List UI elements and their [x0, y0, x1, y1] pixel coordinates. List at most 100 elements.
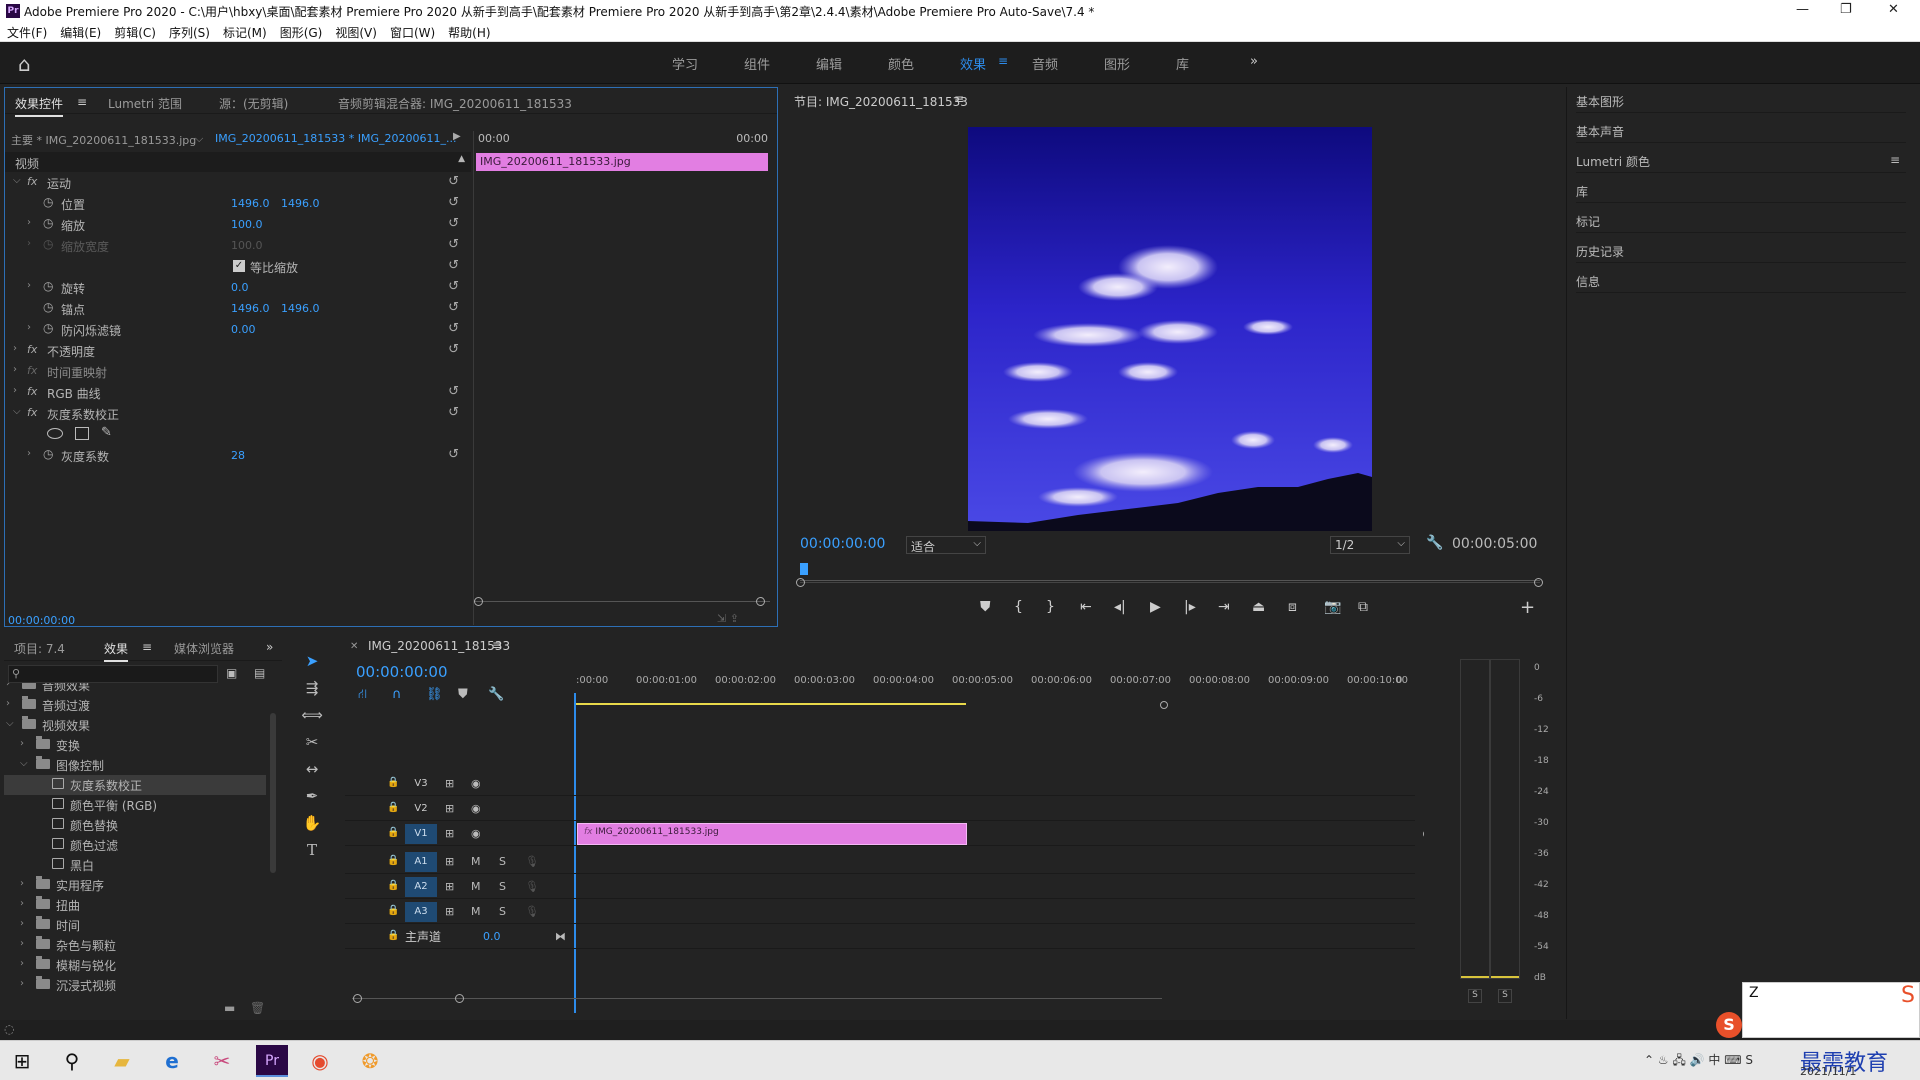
restore-icon[interactable]: ❐ — [1840, 2, 1852, 17]
twirl-closed-icon[interactable]: › — [20, 958, 24, 969]
mini-timeline-clip[interactable]: IMG_20200611_181533.jpg — [476, 153, 768, 171]
close-icon[interactable]: ✕ — [1888, 2, 1899, 17]
sequence-clip-label[interactable]: IMG_20200611_181533 * IMG_20200611_... — [215, 132, 456, 145]
timeline-ruler[interactable]: :00:00 00:00:01:00 00:00:02:00 00:00:03:… — [576, 675, 1408, 705]
program-video-frame[interactable] — [968, 127, 1372, 531]
stopwatch-icon[interactable]: ◷ — [43, 195, 53, 209]
more-workspaces-icon[interactable]: » — [1250, 54, 1258, 69]
rotation-value[interactable]: 0.0 — [231, 281, 249, 294]
reset-icon[interactable]: ↺ — [448, 405, 459, 420]
extract-icon[interactable]: ⧈ — [1288, 599, 1297, 615]
reset-icon[interactable]: ↺ — [448, 258, 459, 273]
resolution-select[interactable]: 1/2 ⌵ — [1330, 536, 1410, 554]
stopwatch-icon[interactable]: ◷ — [43, 216, 53, 230]
effects-tree-item[interactable]: › 扭曲 — [4, 895, 266, 915]
menu-view[interactable]: 视图(V) — [328, 22, 383, 41]
anchor-x-value[interactable]: 1496.0 — [231, 302, 270, 315]
effects-tree-item[interactable]: › 时间 — [4, 915, 266, 935]
dropdown-chevron-icon[interactable]: ⌵ — [195, 132, 203, 146]
settings-wrench-icon[interactable]: 🔧 — [1426, 535, 1443, 551]
tab-menu-icon[interactable]: ≡ — [77, 95, 87, 109]
motion-row[interactable]: ⌵ fx 运动 ↺ — [5, 172, 465, 192]
panel-essential-graphics[interactable]: 基本图形 — [1576, 87, 1906, 113]
h-scroll-handle-left[interactable] — [353, 994, 362, 1003]
scale-row[interactable]: › ◷ 缩放 100.0 ↺ — [5, 214, 465, 234]
vertical-scroll-handle[interactable] — [1160, 701, 1168, 709]
timeline-clip[interactable]: fx IMG_20200611_181533.jpg — [577, 823, 967, 845]
close-sequence-icon[interactable]: ✕ — [350, 641, 358, 652]
selection-tool-icon[interactable]: ➤ — [300, 650, 324, 672]
rotation-row[interactable]: › ◷ 旋转 0.0 ↺ — [5, 277, 465, 297]
microphone-icon[interactable]: 🎙 — [525, 905, 539, 918]
mute-button[interactable]: M — [471, 855, 481, 868]
effects-tree-item[interactable]: › 实用程序 — [4, 875, 266, 895]
anchor-row[interactable]: ◷ 锚点 1496.0 1496.0 ↺ — [5, 298, 465, 318]
twirl-closed-icon[interactable]: › — [20, 918, 24, 929]
effects-tree-item[interactable]: 黑白 — [4, 855, 266, 875]
new-bin-icon[interactable]: ▣ — [226, 666, 237, 680]
program-zoom-bar[interactable] — [800, 582, 1540, 583]
panel-libraries[interactable]: 库 — [1576, 177, 1906, 203]
tab-menu-icon[interactable]: ≡ — [142, 640, 152, 654]
solo-button[interactable]: S — [499, 905, 506, 918]
workspace-audio[interactable]: 音频 — [1032, 54, 1058, 73]
rectangle-mask-icon[interactable] — [75, 427, 89, 440]
mute-button[interactable]: M — [471, 880, 481, 893]
panel-essential-sound[interactable]: 基本声音 — [1576, 117, 1906, 143]
twirl-closed-icon[interactable]: › — [6, 683, 10, 689]
fx-badge-icon[interactable]: fx — [27, 175, 37, 188]
premiere-taskbar-icon[interactable]: Pr — [256, 1045, 288, 1077]
fit-select[interactable]: 适合 ⌵ — [906, 536, 986, 554]
reset-icon[interactable]: ↺ — [448, 300, 459, 315]
collapse-icon[interactable]: ▲ — [458, 154, 465, 164]
h-scroll-handle-right[interactable] — [455, 994, 464, 1003]
workspace-editing[interactable]: 编辑 — [816, 54, 842, 73]
master-clip-label[interactable]: 主要 * IMG_20200611_181533.jpg — [11, 132, 196, 148]
go-to-out-icon[interactable]: ⇥ — [1218, 599, 1230, 615]
twirl-open-icon[interactable]: ⌵ — [13, 175, 21, 186]
mark-in-icon[interactable]: { — [1014, 599, 1023, 615]
scale-value[interactable]: 100.0 — [231, 218, 263, 231]
twirl-closed-icon[interactable]: › — [13, 343, 17, 354]
anchor-y-value[interactable]: 1496.0 — [281, 302, 320, 315]
pen-tool-icon[interactable]: ✒ — [300, 785, 324, 807]
sync-lock-icon[interactable]: ⊞ — [445, 880, 454, 893]
panel-menu-icon[interactable]: ≡ — [1890, 153, 1900, 167]
reset-icon[interactable]: ↺ — [448, 279, 459, 294]
tab-project[interactable]: 项目: 7.4 — [14, 640, 65, 657]
add-marker-icon[interactable]: ⛊ — [458, 687, 468, 702]
program-monitor-title[interactable]: 节目: IMG_20200611_181533 — [794, 93, 968, 110]
gamma-correction-row[interactable]: ⌵ fx 灰度系数校正 ↺ — [5, 403, 465, 423]
stopwatch-icon[interactable]: ◷ — [43, 447, 53, 461]
razor-tool-icon[interactable]: ✂ — [300, 731, 324, 753]
track-a3[interactable]: 🔒 A3 ⊞ M S 🎙 — [345, 900, 1415, 924]
menu-window[interactable]: 窗口(W) — [383, 22, 441, 41]
track-a3-label[interactable]: A3 — [405, 902, 437, 922]
effects-tree-item[interactable]: ⌵ 图像控制 — [4, 755, 266, 775]
minimize-icon[interactable]: — — [1796, 2, 1809, 17]
system-tray-icons[interactable]: ⌃ ♨ 🖧 🔊 中 ⌨ S — [1644, 1051, 1753, 1072]
microphone-icon[interactable]: 🎙 — [525, 855, 539, 868]
zoom-handle-right[interactable] — [1534, 578, 1543, 587]
step-forward-icon[interactable]: |▸ — [1184, 599, 1196, 615]
lock-icon[interactable]: 🔒 — [387, 880, 399, 891]
track-master[interactable]: 🔒 主声道 0.0 ⧓ — [345, 925, 1415, 949]
track-v1-label[interactable]: V1 — [405, 824, 437, 844]
solo-right-button[interactable]: S — [1498, 989, 1512, 1003]
effects-search-input[interactable]: ⚲ — [8, 665, 218, 683]
rgb-curves-row[interactable]: › fx RGB 曲线 ↺ — [5, 382, 465, 402]
twirl-closed-icon[interactable]: › — [27, 322, 31, 333]
lock-icon[interactable]: 🔒 — [387, 855, 399, 866]
lift-icon[interactable]: ⏏ — [1252, 599, 1265, 615]
panel-menu-icon[interactable]: ≡ — [954, 92, 964, 106]
sync-lock-icon[interactable]: ⊞ — [445, 827, 454, 840]
track-a2[interactable]: 🔒 A2 ⊞ M S 🎙 — [345, 875, 1415, 899]
comparison-view-icon[interactable]: ⧉ — [1358, 599, 1368, 615]
type-tool-icon[interactable]: T — [300, 839, 324, 861]
zoom-handle-left[interactable] — [796, 578, 805, 587]
track-select-tool-icon[interactable]: ⇶ — [300, 677, 324, 699]
nest-sequence-icon[interactable]: ⛙ — [358, 687, 367, 704]
effects-tree-item[interactable]: › 变换 — [4, 735, 266, 755]
lock-icon[interactable]: 🔒 — [387, 930, 399, 941]
eye-icon[interactable]: ◉ — [471, 777, 481, 790]
